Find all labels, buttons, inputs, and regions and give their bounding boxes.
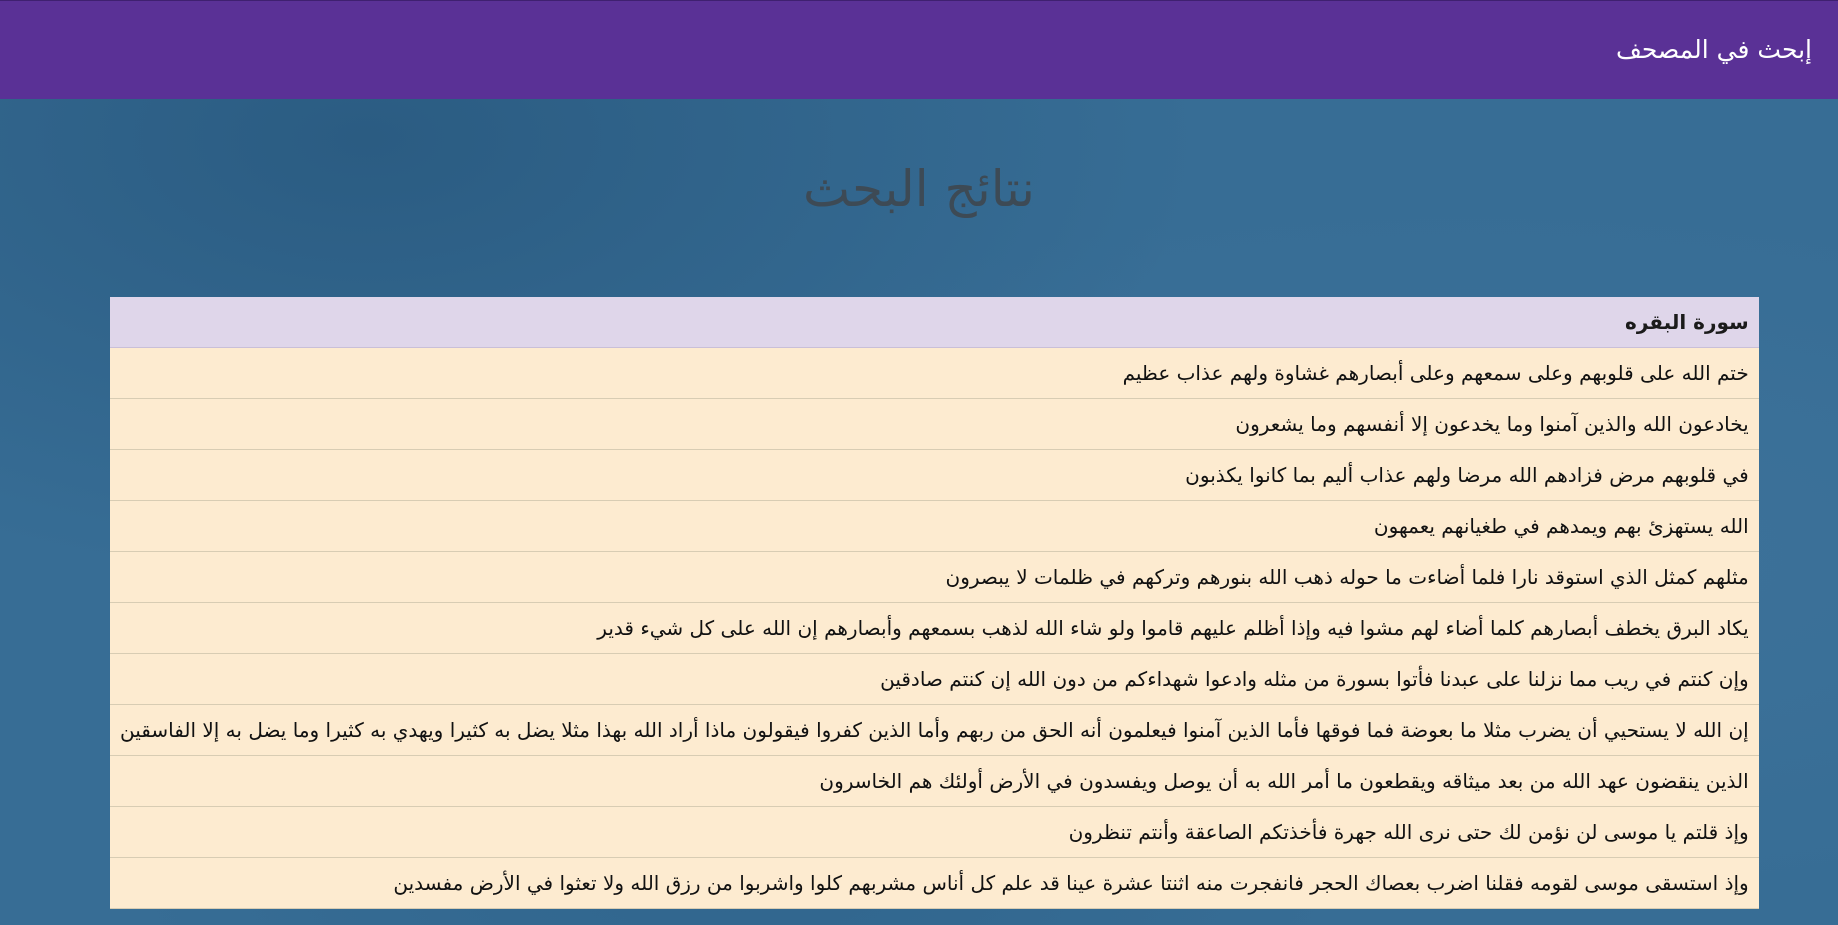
verse-cell: مثلهم كمثل الذي استوقد نارا فلما أضاءت م… <box>110 551 1759 603</box>
verse-cell: وإذ قلتم يا موسى لن نؤمن لك حتى نرى الله… <box>110 806 1759 858</box>
page-title: نتائج البحث <box>803 160 1035 218</box>
verse-cell: ختم الله على قلوبهم وعلى سمعهم وعلى أبصا… <box>110 347 1759 399</box>
verse-cell: يخادعون الله والذين آمنوا وما يخدعون إلا… <box>110 398 1759 450</box>
verse-cell: إن الله لا يستحيي أن يضرب مثلا ما بعوضة … <box>110 704 1759 756</box>
table-row: وإن كنتم في ريب مما نزلنا على عبدنا فأتو… <box>110 653 1759 705</box>
table-row: الذين ينقضون عهد الله من بعد ميثاقه ويقط… <box>110 755 1759 807</box>
table-row: وإذ استسقى موسى لقومه فقلنا اضرب بعصاك ا… <box>110 857 1759 909</box>
verse-cell: وإن كنتم في ريب مما نزلنا على عبدنا فأتو… <box>110 653 1759 705</box>
top-navbar: إبحث في المصحف <box>0 0 1838 99</box>
verse-cell: يكاد البرق يخطف أبصارهم كلما أضاء لهم مش… <box>110 602 1759 654</box>
table-row: الله يستهزئ بهم ويمدهم في طغيانهم يعمهون <box>110 500 1759 552</box>
table-row: مثلهم كمثل الذي استوقد نارا فلما أضاءت م… <box>110 551 1759 603</box>
verse-cell: الله يستهزئ بهم ويمدهم في طغيانهم يعمهون <box>110 500 1759 552</box>
surah-header: سورة البقره <box>110 297 1759 348</box>
table-row: إن الله لا يستحيي أن يضرب مثلا ما بعوضة … <box>110 704 1759 756</box>
table-row: في قلوبهم مرض فزادهم الله مرضا ولهم عذاب… <box>110 449 1759 501</box>
table-row: وإذ قلتم يا موسى لن نؤمن لك حتى نرى الله… <box>110 806 1759 858</box>
surah-header-row: سورة البقره <box>110 297 1759 348</box>
table-row: ختم الله على قلوبهم وعلى سمعهم وعلى أبصا… <box>110 347 1759 399</box>
brand-link[interactable]: إبحث في المصحف <box>1616 35 1812 64</box>
verse-cell: وإذ استسقى موسى لقومه فقلنا اضرب بعصاك ا… <box>110 857 1759 909</box>
table-row: يكاد البرق يخطف أبصارهم كلما أضاء لهم مش… <box>110 602 1759 654</box>
verse-cell: في قلوبهم مرض فزادهم الله مرضا ولهم عذاب… <box>110 449 1759 501</box>
verse-cell: الذين ينقضون عهد الله من بعد ميثاقه ويقط… <box>110 755 1759 807</box>
results-table: سورة البقره ختم الله على قلوبهم وعلى سمع… <box>110 297 1759 909</box>
table-row: يخادعون الله والذين آمنوا وما يخدعون إلا… <box>110 398 1759 450</box>
